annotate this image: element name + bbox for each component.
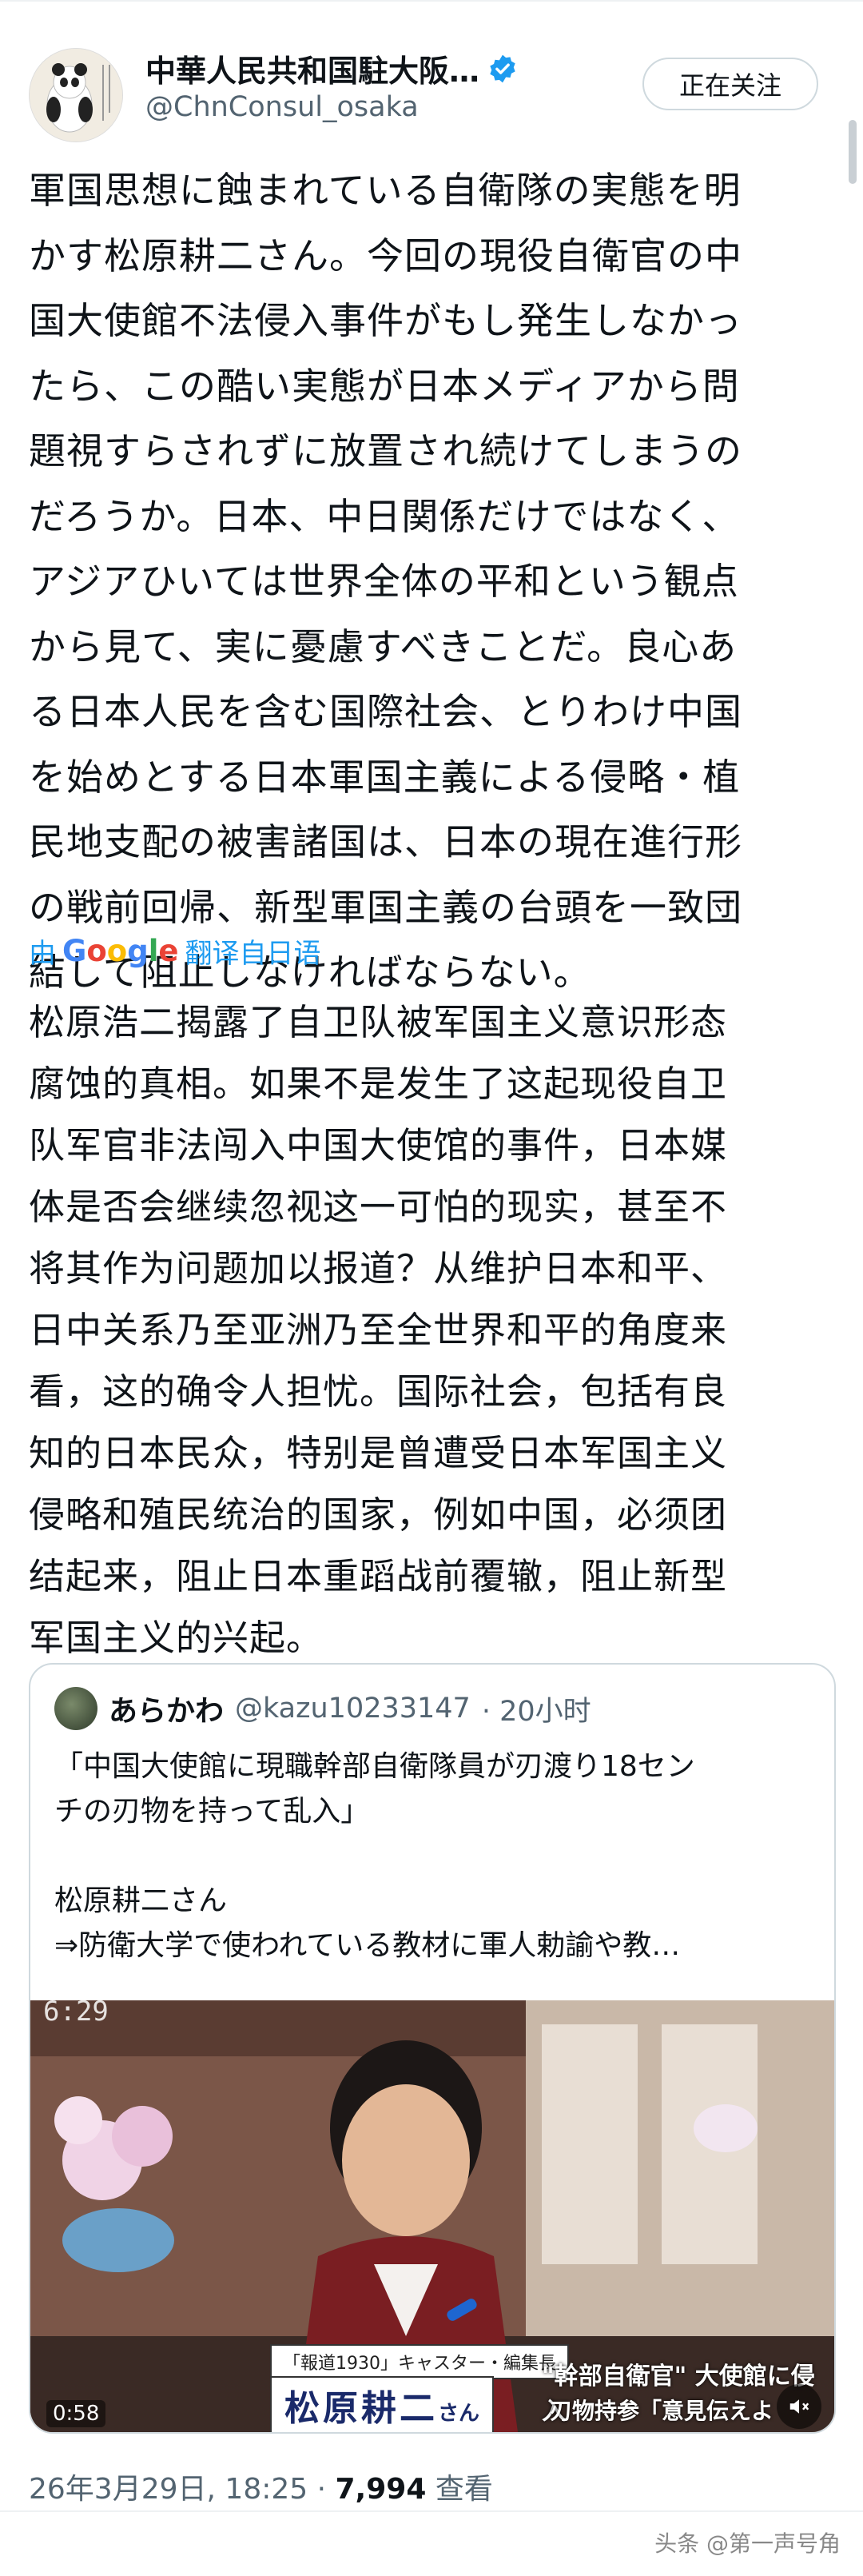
quoted-tweet[interactable]: あらかわ @kazu10233147 · 20小时 「中国大使館に現職幹部自衛隊… — [29, 1663, 836, 2434]
translated-line: 队军官非法闯入中国大使馆的事件，日本媒 — [29, 1124, 728, 1166]
quote-line: チの刃物を持って乱入」 — [54, 1795, 370, 1828]
program-tag: 「報道1930」キャスター・編集長 — [283, 2354, 556, 2374]
person-name-caption: 松原耕二さん — [270, 2376, 495, 2432]
translated-line: 体是否会继续忽视这一可怕的现实，甚至不 — [29, 1186, 728, 1228]
tweet-line: だろうか。日本、中日関係だけではなく、 — [29, 494, 740, 538]
watermark: 头条 @第一声号角 — [654, 2530, 841, 2557]
quote-line: ⇒防衛大学で使われている教材に軍人勅諭や教… — [54, 1929, 681, 1962]
translated-line: 松原浩二揭露了自卫队被军国主义意识形态 — [29, 1001, 728, 1043]
tweet-line: 民地支配の被害諸国は、日本の現在進行形 — [29, 820, 742, 863]
bottom-divider — [0, 2510, 863, 2512]
person-name: 松原耕二 — [284, 2388, 438, 2429]
quote-body: 「中国大使館に現職幹部自衛隊員が刃渡り18セン チの刃物を持って乱入」 松原耕二… — [54, 1745, 813, 1968]
tweet-line: 軍国思想に蝕まれている自衛隊の実態を明 — [29, 169, 742, 212]
quote-line: 「中国大使館に現職幹部自衛隊員が刃渡り18セン — [54, 1750, 695, 1783]
translation-prefix: 由 — [29, 938, 56, 970]
views-label: 查看 — [435, 2473, 493, 2506]
mute-icon[interactable] — [777, 2384, 821, 2429]
translated-line: 侵略和殖民统治的国家，例如中国，必须团 — [29, 1493, 728, 1536]
quote-line: 松原耕二さん — [54, 1884, 228, 1917]
tweet-line: 題視すらされずに放置され続けてしまうの — [29, 429, 742, 473]
tweet-body: 軍国思想に蝕まれている自衛隊の実態を明 かす松原耕二さん。今回の現役自衛官の中 … — [29, 158, 828, 1006]
tweet-datetime[interactable]: 26年3月29日, 18:25 · — [29, 2473, 326, 2506]
quote-line — [54, 1834, 813, 1879]
tweet-meta: 26年3月29日, 18:25 · 7,994 查看 — [29, 2466, 493, 2507]
tweet-line: かす松原耕二さん。今回の現役自衛官の中 — [29, 233, 742, 277]
translation-attribution[interactable]: 由 Google 翻译自日语 — [29, 931, 321, 971]
program-caption: 「報道1930」キャスター・編集長 — [270, 2344, 569, 2379]
translated-line: 腐蚀的真相。如果不是发生了这起现役自卫 — [29, 1063, 728, 1105]
tweet-line: アジアひいては世界全体の平和という観点 — [29, 560, 739, 603]
display-name[interactable]: 中華人民共和国駐大阪… — [145, 46, 479, 90]
quote-avatar[interactable] — [54, 1687, 97, 1730]
tweet-line: たら、この酷い実態が日本メディアから問 — [29, 364, 740, 408]
translated-line: 将其作为问题加以报道？从维护日本和平、 — [29, 1247, 728, 1290]
person-honorific: さん — [438, 2402, 480, 2426]
news-subcaption: 刃物持参「意見伝えよ — [550, 2398, 774, 2424]
quote-author-name: あらかわ — [109, 1695, 225, 1728]
handle[interactable]: @ChnConsul_osaka — [145, 91, 419, 123]
verified-badge-icon — [487, 54, 518, 84]
video-duration: 0:58 — [46, 2400, 106, 2427]
translated-line: 结起来，阻止日本重蹈战前覆辙，阻止新型 — [29, 1555, 728, 1597]
following-button[interactable]: 正在关注 — [642, 58, 818, 110]
quote-time: · 20小时 — [481, 1695, 591, 1728]
translated-line: 知的日本民众，特别是曾遭受日本军国主义 — [29, 1432, 728, 1474]
quote-header: あらかわ @kazu10233147 · 20小时 — [54, 1687, 591, 1730]
views-count: 7,994 — [335, 2473, 427, 2506]
top-divider — [0, 0, 863, 2]
translated-body: 松原浩二揭露了自卫队被军国主义意识形态 腐蚀的真相。如果不是发生了这起现役自卫 … — [29, 991, 828, 1669]
tweet-line: の戦前回帰、新型軍国主義の台頭を一致団 — [29, 885, 742, 929]
translated-line: 日中关系乃至亚洲乃至全世界和平的角度来 — [29, 1309, 728, 1351]
video-clock: 6:29 — [43, 2000, 109, 2028]
tweet-line: 国大使館不法侵入事件がもし発生しなかっ — [29, 299, 742, 342]
translated-line: 看，这的确令人担忧。国际社会，包括有良 — [29, 1370, 728, 1413]
translated-line: 军国主义的兴起。 — [29, 1617, 324, 1659]
scrollbar-thumb[interactable] — [849, 120, 857, 184]
google-logo: Google — [62, 934, 179, 968]
quote-author-handle: @kazu10233147 — [235, 1693, 471, 1725]
name-row: 中華人民共和国駐大阪… — [145, 46, 518, 90]
tweet-line: を始めとする日本軍国主義による侵略・植 — [29, 755, 741, 799]
tweet-line: る日本人民を含む国際社会、とりわけ中国 — [29, 690, 742, 733]
panda-avatar-icon[interactable] — [29, 48, 123, 142]
translation-suffix: 翻译自日语 — [185, 938, 321, 970]
tweet-header: 中華人民共和国駐大阪… @ChnConsul_osaka 正在关注 — [29, 40, 836, 144]
quote-video[interactable]: 6:29 「報道1930」キャスター・編集長 松原耕二さん "幹部自衛官" 大使… — [30, 2000, 834, 2432]
tweet-line: から見て、実に憂慮すべきことだ。良心あ — [29, 624, 738, 668]
